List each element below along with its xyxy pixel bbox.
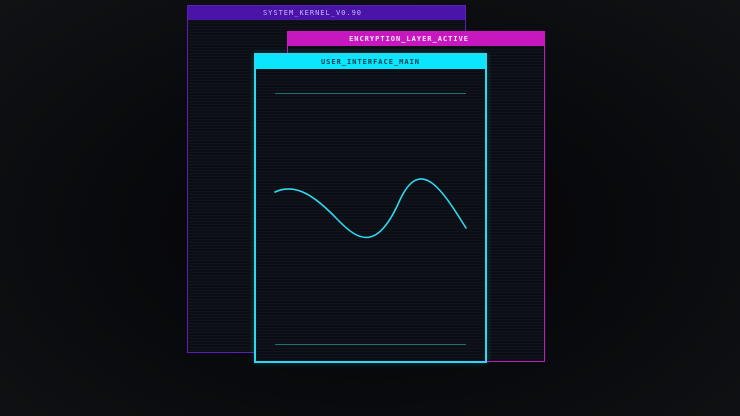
sine-wave — [274, 178, 467, 239]
waveform-display — [274, 178, 467, 239]
window-user-interface-main[interactable]: USER_INTERFACE_MAIN — [254, 53, 487, 363]
window-title-encryption-layer: ENCRYPTION_LAYER_ACTIVE — [349, 35, 469, 43]
window-title-user-interface-main: USER_INTERFACE_MAIN — [320, 58, 421, 66]
window-titlebar-encryption-layer[interactable]: ENCRYPTION_LAYER_ACTIVE — [288, 32, 544, 46]
window-body-user-interface-main — [256, 69, 485, 361]
window-title-system-kernel: SYSTEM_KERNEL_V0.90 — [262, 9, 363, 17]
bottom-divider — [275, 344, 466, 345]
window-titlebar-user-interface-main[interactable]: USER_INTERFACE_MAIN — [256, 55, 485, 69]
window-titlebar-system-kernel[interactable]: SYSTEM_KERNEL_V0.90 — [188, 6, 465, 20]
